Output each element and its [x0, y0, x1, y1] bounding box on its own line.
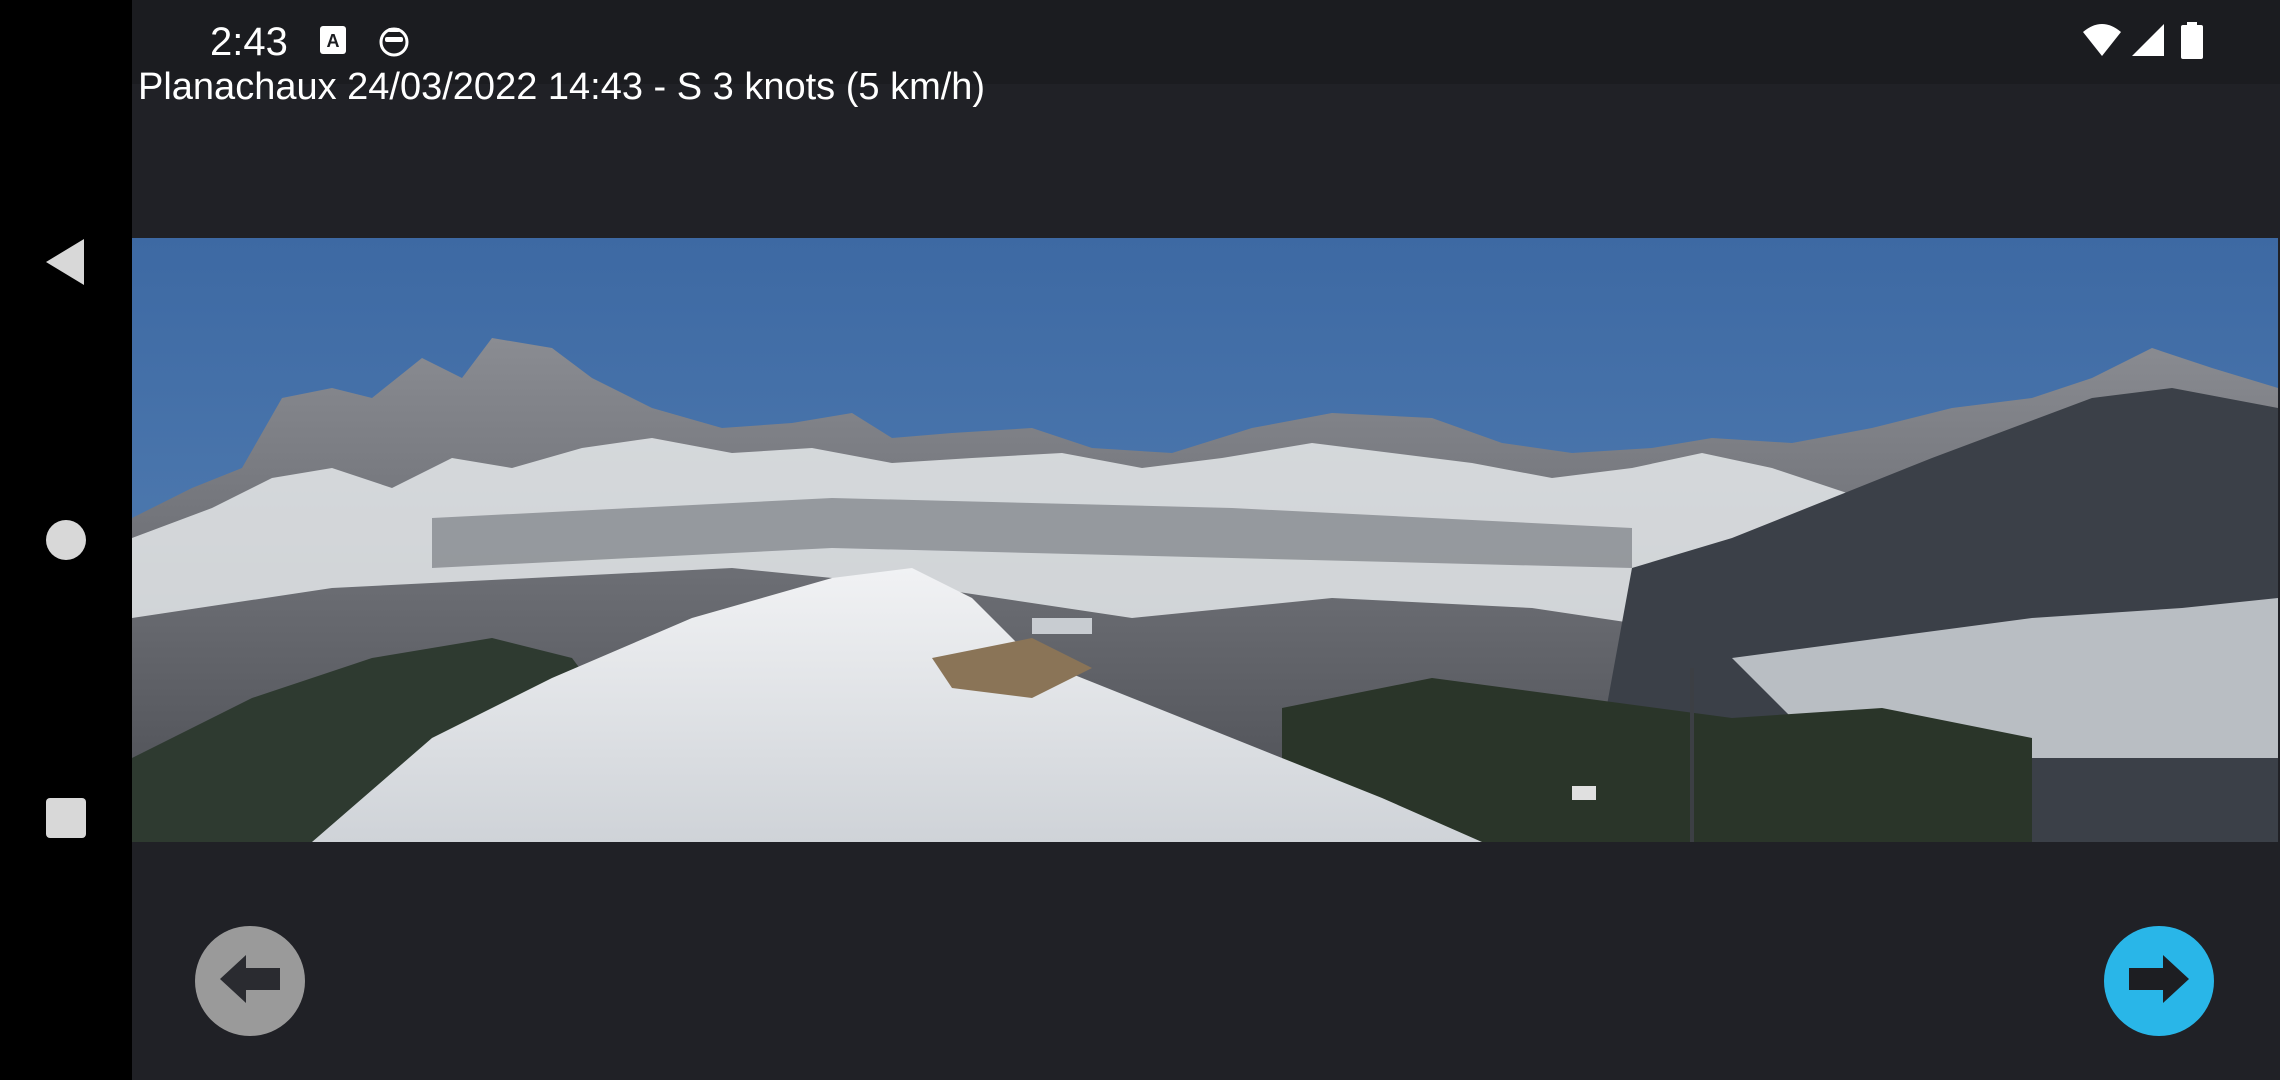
back-triangle-icon[interactable]	[36, 232, 96, 292]
accessibility-face-icon	[378, 24, 410, 65]
arrow-right-icon	[2127, 952, 2191, 1011]
system-nav-bar	[0, 0, 132, 1080]
recents-square-icon[interactable]	[36, 788, 96, 848]
arrow-left-icon	[218, 952, 282, 1011]
wifi-icon	[2082, 22, 2122, 63]
previous-image-button[interactable]	[195, 926, 305, 1036]
home-circle-icon[interactable]	[36, 510, 96, 570]
webcam-image[interactable]	[132, 238, 2278, 842]
keyboard-a-icon: A	[318, 24, 348, 63]
battery-icon	[2180, 22, 2204, 65]
next-image-button[interactable]	[2104, 926, 2214, 1036]
cell-signal-icon	[2130, 22, 2166, 63]
webcam-caption: Planachaux 24/03/2022 14:43 - S 3 knots …	[138, 66, 986, 108]
status-time: 2:43	[210, 20, 288, 64]
svg-text:A: A	[327, 31, 340, 51]
